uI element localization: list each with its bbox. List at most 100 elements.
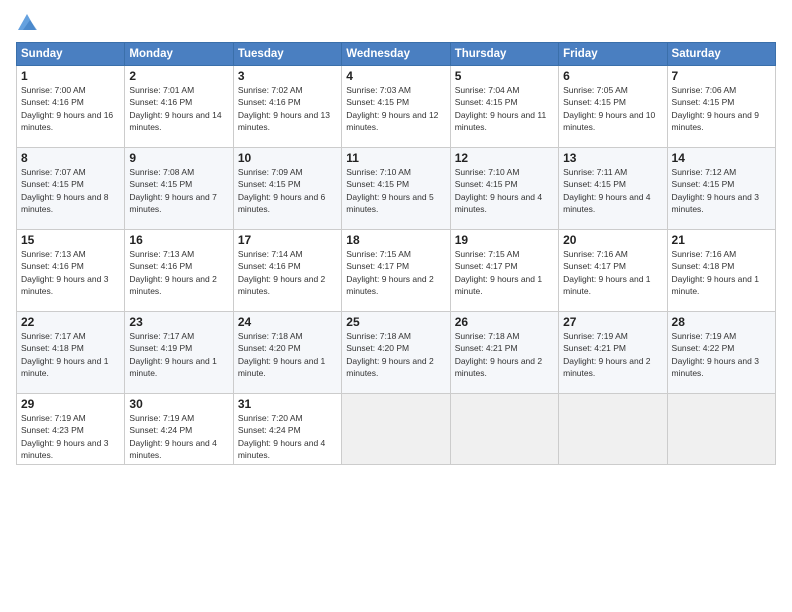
calendar-cell: 21 Sunrise: 7:16 AM Sunset: 4:18 PM Dayl…	[667, 230, 775, 312]
day-content: Sunrise: 7:17 AM Sunset: 4:18 PM Dayligh…	[21, 330, 120, 379]
day-number: 4	[346, 69, 445, 83]
calendar-cell: 17 Sunrise: 7:14 AM Sunset: 4:16 PM Dayl…	[233, 230, 341, 312]
day-number: 9	[129, 151, 228, 165]
calendar-week-row: 29 Sunrise: 7:19 AM Sunset: 4:23 PM Dayl…	[17, 394, 776, 465]
sunset-label: Sunset: 4:16 PM	[238, 97, 301, 107]
day-number: 15	[21, 233, 120, 247]
sunrise-label: Sunrise: 7:18 AM	[455, 331, 520, 341]
sunset-label: Sunset: 4:16 PM	[129, 261, 192, 271]
daylight-label: Daylight: 9 hours and 12 minutes.	[346, 110, 438, 132]
day-number: 8	[21, 151, 120, 165]
calendar-cell: 3 Sunrise: 7:02 AM Sunset: 4:16 PM Dayli…	[233, 66, 341, 148]
sunset-label: Sunset: 4:16 PM	[129, 97, 192, 107]
daylight-label: Daylight: 9 hours and 7 minutes.	[129, 192, 216, 214]
calendar-cell: 1 Sunrise: 7:00 AM Sunset: 4:16 PM Dayli…	[17, 66, 125, 148]
day-number: 16	[129, 233, 228, 247]
logo	[16, 12, 42, 34]
calendar-cell: 30 Sunrise: 7:19 AM Sunset: 4:24 PM Dayl…	[125, 394, 233, 465]
day-content: Sunrise: 7:05 AM Sunset: 4:15 PM Dayligh…	[563, 84, 662, 133]
sunrise-label: Sunrise: 7:16 AM	[563, 249, 628, 259]
day-content: Sunrise: 7:11 AM Sunset: 4:15 PM Dayligh…	[563, 166, 662, 215]
day-content: Sunrise: 7:03 AM Sunset: 4:15 PM Dayligh…	[346, 84, 445, 133]
sunset-label: Sunset: 4:17 PM	[563, 261, 626, 271]
daylight-label: Daylight: 9 hours and 2 minutes.	[346, 356, 433, 378]
sunset-label: Sunset: 4:20 PM	[238, 343, 301, 353]
sunset-label: Sunset: 4:15 PM	[563, 97, 626, 107]
sunrise-label: Sunrise: 7:19 AM	[129, 413, 194, 423]
weekday-header: Saturday	[667, 43, 775, 66]
daylight-label: Daylight: 9 hours and 2 minutes.	[455, 356, 542, 378]
sunrise-label: Sunrise: 7:09 AM	[238, 167, 303, 177]
sunrise-label: Sunrise: 7:07 AM	[21, 167, 86, 177]
day-content: Sunrise: 7:08 AM Sunset: 4:15 PM Dayligh…	[129, 166, 228, 215]
daylight-label: Daylight: 9 hours and 2 minutes.	[563, 356, 650, 378]
day-number: 26	[455, 315, 554, 329]
day-number: 31	[238, 397, 337, 411]
calendar-cell: 14 Sunrise: 7:12 AM Sunset: 4:15 PM Dayl…	[667, 148, 775, 230]
day-number: 19	[455, 233, 554, 247]
weekday-header: Tuesday	[233, 43, 341, 66]
daylight-label: Daylight: 9 hours and 2 minutes.	[346, 274, 433, 296]
calendar-cell: 23 Sunrise: 7:17 AM Sunset: 4:19 PM Dayl…	[125, 312, 233, 394]
sunrise-label: Sunrise: 7:01 AM	[129, 85, 194, 95]
daylight-label: Daylight: 9 hours and 3 minutes.	[672, 356, 759, 378]
daylight-label: Daylight: 9 hours and 3 minutes.	[672, 192, 759, 214]
day-content: Sunrise: 7:04 AM Sunset: 4:15 PM Dayligh…	[455, 84, 554, 133]
weekday-header: Sunday	[17, 43, 125, 66]
calendar-cell: 6 Sunrise: 7:05 AM Sunset: 4:15 PM Dayli…	[559, 66, 667, 148]
calendar-cell: 22 Sunrise: 7:17 AM Sunset: 4:18 PM Dayl…	[17, 312, 125, 394]
day-content: Sunrise: 7:19 AM Sunset: 4:23 PM Dayligh…	[21, 412, 120, 461]
sunrise-label: Sunrise: 7:08 AM	[129, 167, 194, 177]
day-content: Sunrise: 7:16 AM Sunset: 4:18 PM Dayligh…	[672, 248, 771, 297]
sunset-label: Sunset: 4:16 PM	[21, 261, 84, 271]
sunrise-label: Sunrise: 7:13 AM	[129, 249, 194, 259]
day-number: 1	[21, 69, 120, 83]
day-content: Sunrise: 7:15 AM Sunset: 4:17 PM Dayligh…	[455, 248, 554, 297]
daylight-label: Daylight: 9 hours and 1 minute.	[455, 274, 542, 296]
sunrise-label: Sunrise: 7:15 AM	[346, 249, 411, 259]
calendar-cell: 31 Sunrise: 7:20 AM Sunset: 4:24 PM Dayl…	[233, 394, 341, 465]
sunrise-label: Sunrise: 7:03 AM	[346, 85, 411, 95]
day-number: 30	[129, 397, 228, 411]
daylight-label: Daylight: 9 hours and 3 minutes.	[21, 274, 108, 296]
header	[16, 12, 776, 34]
calendar-week-row: 22 Sunrise: 7:17 AM Sunset: 4:18 PM Dayl…	[17, 312, 776, 394]
sunset-label: Sunset: 4:16 PM	[238, 261, 301, 271]
sunset-label: Sunset: 4:24 PM	[238, 425, 301, 435]
daylight-label: Daylight: 9 hours and 4 minutes.	[563, 192, 650, 214]
daylight-label: Daylight: 9 hours and 1 minute.	[563, 274, 650, 296]
sunset-label: Sunset: 4:18 PM	[21, 343, 84, 353]
weekday-header: Thursday	[450, 43, 558, 66]
sunrise-label: Sunrise: 7:15 AM	[455, 249, 520, 259]
calendar-cell: 9 Sunrise: 7:08 AM Sunset: 4:15 PM Dayli…	[125, 148, 233, 230]
day-number: 18	[346, 233, 445, 247]
day-content: Sunrise: 7:18 AM Sunset: 4:20 PM Dayligh…	[238, 330, 337, 379]
sunrise-label: Sunrise: 7:13 AM	[21, 249, 86, 259]
sunset-label: Sunset: 4:15 PM	[346, 97, 409, 107]
day-number: 25	[346, 315, 445, 329]
day-content: Sunrise: 7:16 AM Sunset: 4:17 PM Dayligh…	[563, 248, 662, 297]
day-content: Sunrise: 7:13 AM Sunset: 4:16 PM Dayligh…	[21, 248, 120, 297]
day-number: 23	[129, 315, 228, 329]
daylight-label: Daylight: 9 hours and 4 minutes.	[129, 438, 216, 460]
calendar-week-row: 8 Sunrise: 7:07 AM Sunset: 4:15 PM Dayli…	[17, 148, 776, 230]
sunset-label: Sunset: 4:22 PM	[672, 343, 735, 353]
sunset-label: Sunset: 4:19 PM	[129, 343, 192, 353]
daylight-label: Daylight: 9 hours and 4 minutes.	[238, 438, 325, 460]
sunrise-label: Sunrise: 7:10 AM	[455, 167, 520, 177]
sunset-label: Sunset: 4:15 PM	[238, 179, 301, 189]
weekday-header: Monday	[125, 43, 233, 66]
calendar-cell: 13 Sunrise: 7:11 AM Sunset: 4:15 PM Dayl…	[559, 148, 667, 230]
sunrise-label: Sunrise: 7:19 AM	[21, 413, 86, 423]
calendar-cell: 16 Sunrise: 7:13 AM Sunset: 4:16 PM Dayl…	[125, 230, 233, 312]
calendar-cell	[667, 394, 775, 465]
day-number: 12	[455, 151, 554, 165]
daylight-label: Daylight: 9 hours and 1 minute.	[129, 356, 216, 378]
daylight-label: Daylight: 9 hours and 13 minutes.	[238, 110, 330, 132]
sunrise-label: Sunrise: 7:02 AM	[238, 85, 303, 95]
sunrise-label: Sunrise: 7:18 AM	[238, 331, 303, 341]
day-number: 5	[455, 69, 554, 83]
weekday-header: Friday	[559, 43, 667, 66]
sunset-label: Sunset: 4:15 PM	[21, 179, 84, 189]
calendar-cell	[342, 394, 450, 465]
